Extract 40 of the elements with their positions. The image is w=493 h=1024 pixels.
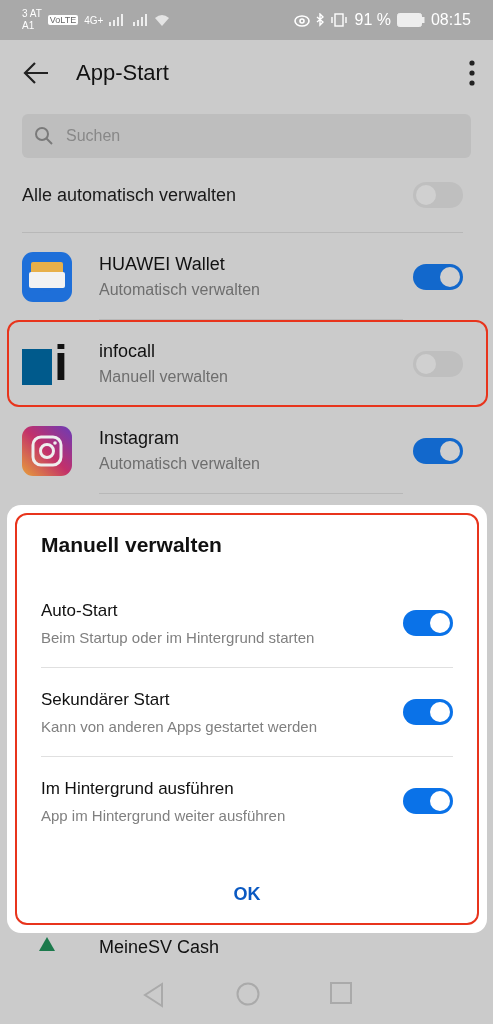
carrier-label: A1 <box>22 20 36 32</box>
carrier-label: 3 AT <box>22 8 42 20</box>
app-name: infocall <box>99 340 157 362</box>
ok-button[interactable]: OK <box>213 878 281 911</box>
option-label: Auto-Start <box>41 600 119 621</box>
toggle-switch[interactable] <box>413 437 463 464</box>
clock: 08:15 <box>430 11 471 29</box>
dialog-title: Manuell verwalten <box>41 533 223 557</box>
option-label: Im Hintergrund ausführen <box>41 778 235 799</box>
battery-icon <box>396 13 425 27</box>
page-title: App-Start <box>76 60 170 86</box>
search-icon <box>34 126 54 146</box>
toggle-switch[interactable] <box>403 788 453 814</box>
back-icon[interactable] <box>22 61 50 85</box>
toggle-switch[interactable] <box>403 610 453 636</box>
app-mode: Automatisch verwalten <box>99 454 261 473</box>
toggle-switch[interactable] <box>413 263 463 290</box>
option-description: Beim Startup oder im Hintergrund starten <box>41 628 316 646</box>
option-description: App im Hintergrund weiter ausführen <box>41 806 287 824</box>
setting-label: Alle automatisch verwalten <box>22 184 238 206</box>
signal-icon <box>109 14 150 26</box>
more-icon[interactable] <box>469 60 475 86</box>
eye-icon <box>294 13 311 27</box>
volte-badge: VoLTE <box>47 15 79 25</box>
app-name: HUAWEI Wallet <box>99 253 226 275</box>
camera-icon <box>22 425 72 476</box>
wallet-icon <box>22 251 72 302</box>
option-label: Sekundärer Start <box>41 689 171 710</box>
app-mode: Automatisch verwalten <box>99 280 261 299</box>
app-name: MeineSV Cash <box>99 936 221 958</box>
bluetooth-icon <box>316 13 325 27</box>
option-description: Kann von anderen Apps gestartet werden <box>41 717 319 735</box>
app-mode: Manuell verwalten <box>99 367 229 386</box>
vibrate-icon <box>330 13 349 27</box>
wifi-icon <box>155 14 170 26</box>
app-name: Instagram <box>99 427 181 449</box>
network-label: 4G+ <box>84 14 104 26</box>
infocall-logo: i <box>22 338 72 389</box>
battery-percentage: 91 % <box>354 11 391 29</box>
toggle-switch[interactable] <box>403 699 453 725</box>
